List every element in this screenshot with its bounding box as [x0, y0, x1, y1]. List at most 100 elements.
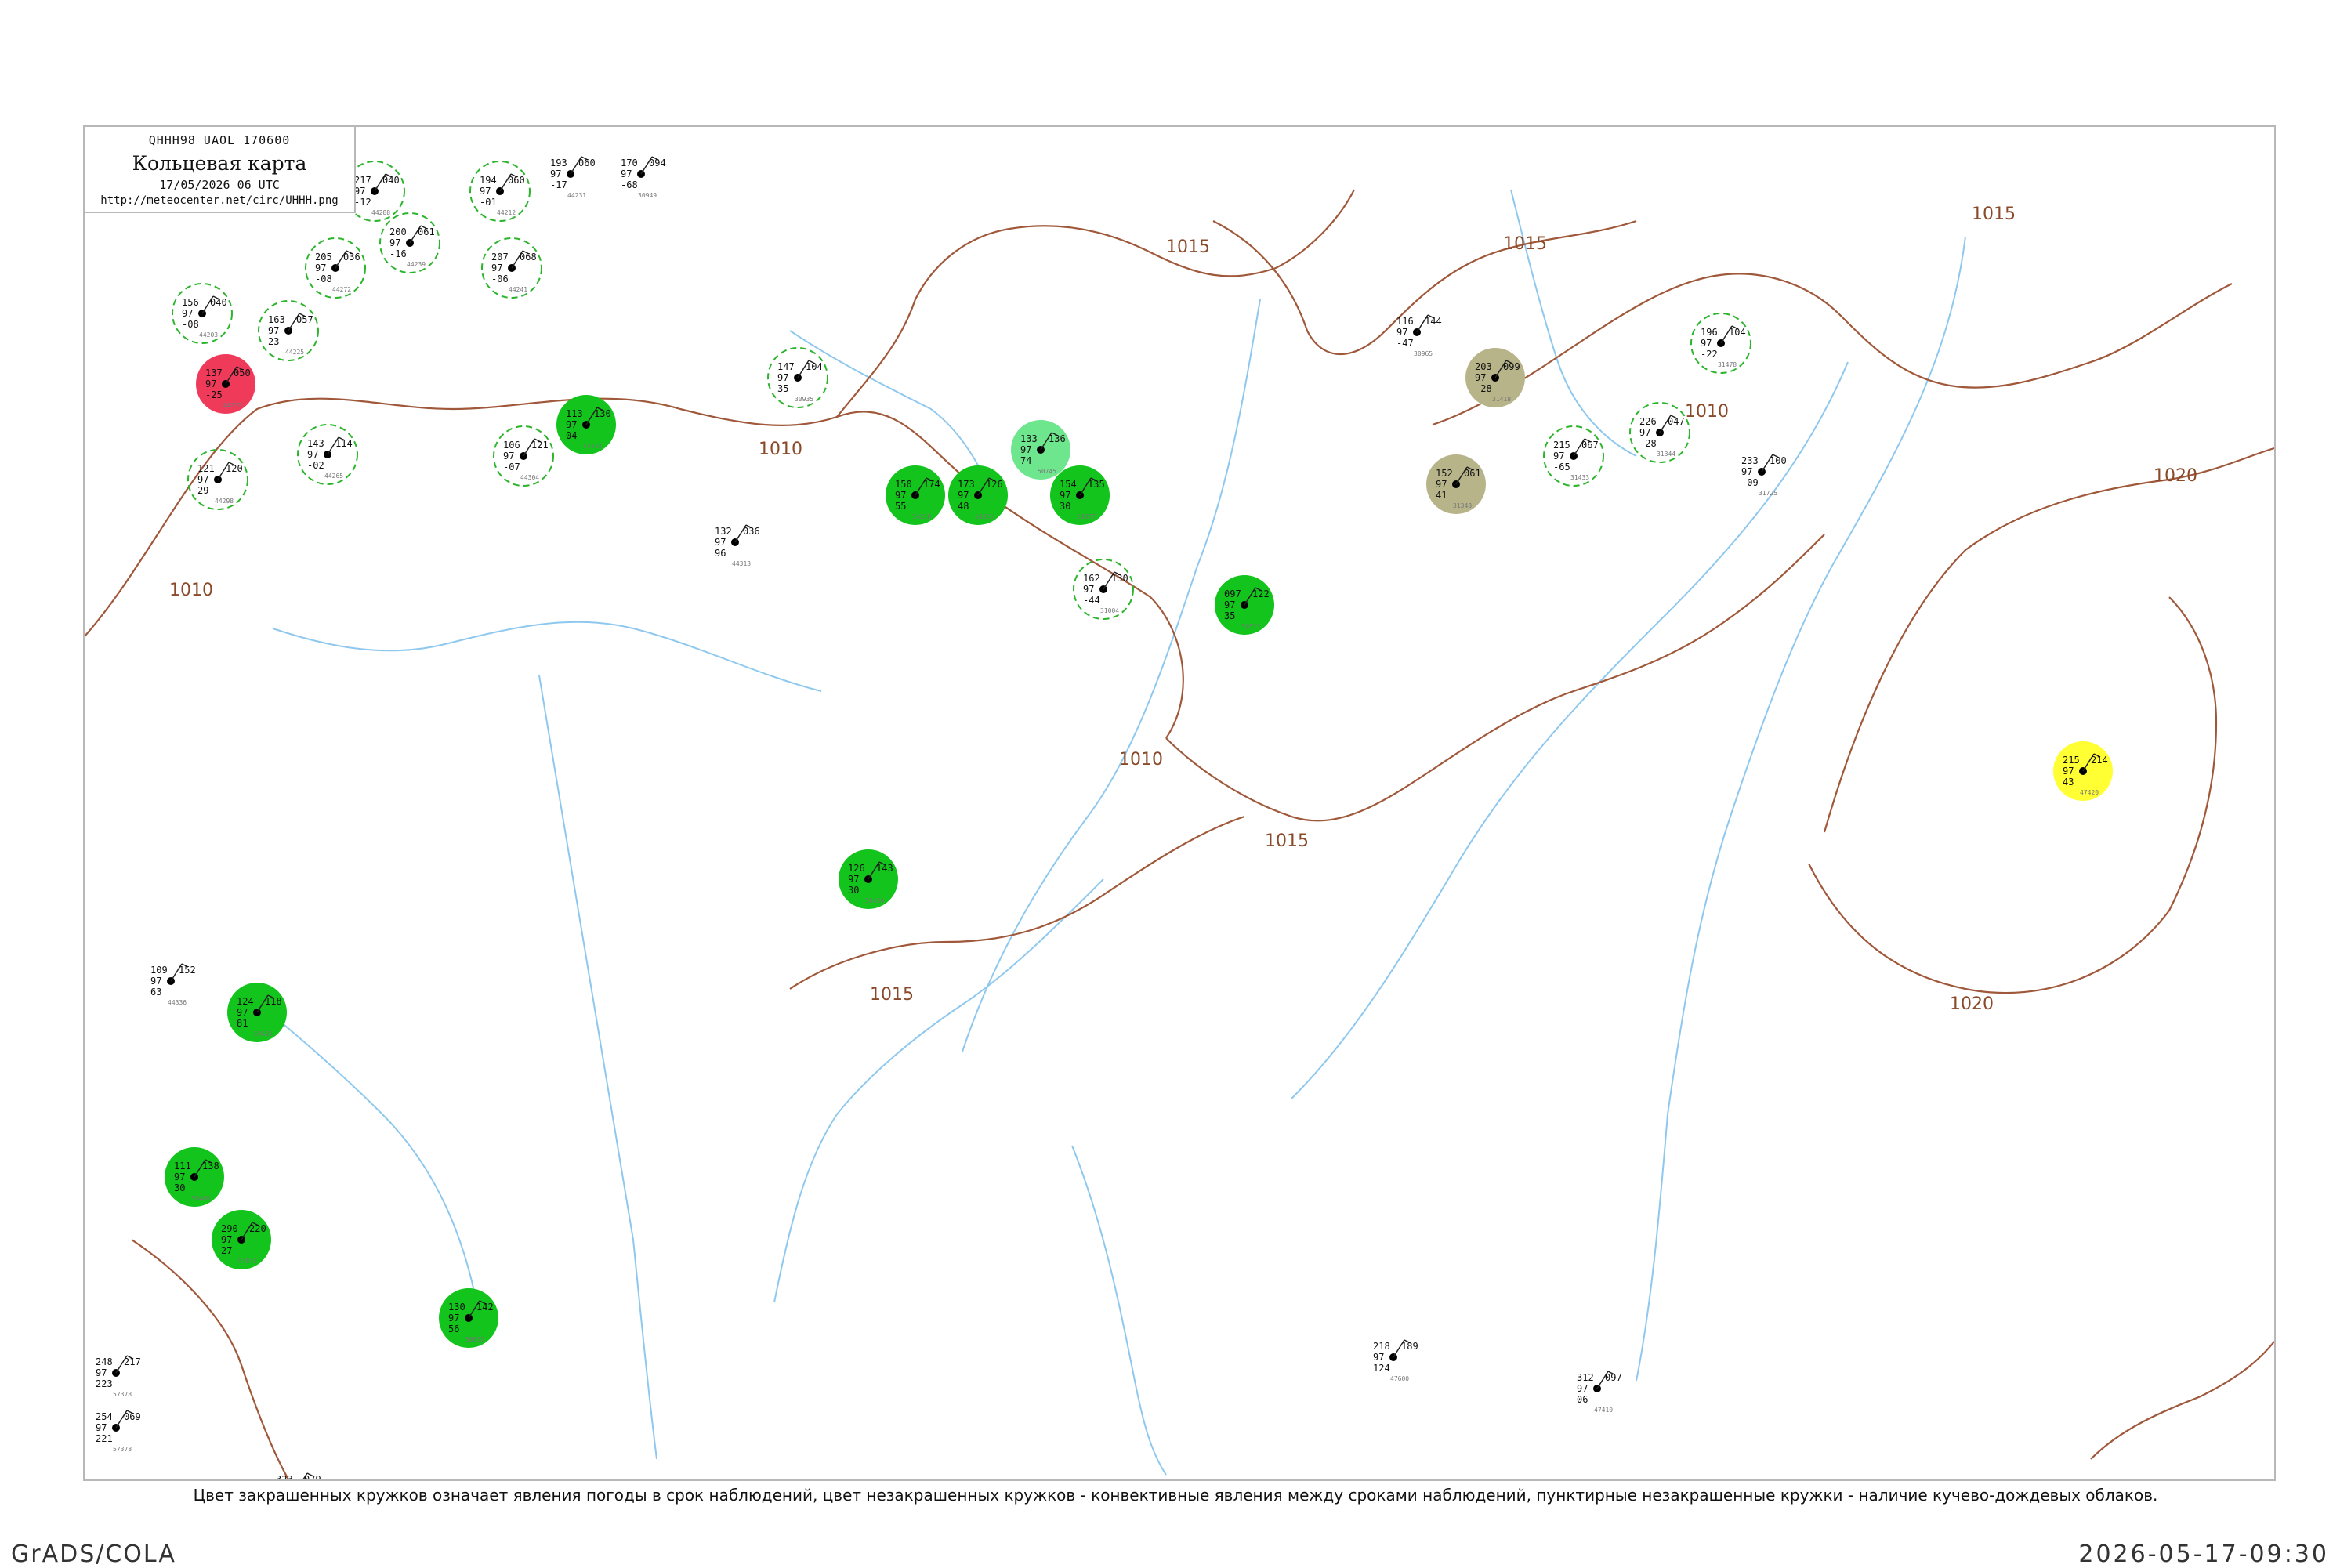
station-value: 48: [958, 501, 969, 512]
isobar-1015-southeast: [2090, 1341, 2274, 1460]
station-tendency: 104: [1729, 327, 1746, 338]
station-index: 44272: [332, 286, 351, 293]
station-tendency: 220: [249, 1223, 266, 1234]
isobar-1010-east: [1432, 273, 2233, 426]
station-pressure: 215: [1553, 440, 1570, 451]
station-index: 44232: [223, 402, 241, 409]
station-index: 57378: [113, 1446, 132, 1453]
station-plot: 233 100 97-0931725: [1741, 454, 1787, 497]
station-plot: 218 189 9712447600: [1373, 1339, 1418, 1382]
station-tendency: 104: [806, 361, 823, 372]
station-value: 41: [1436, 490, 1447, 501]
station-tendency: 130: [594, 408, 611, 419]
station-field: 97: [1396, 327, 1407, 338]
station-value: -65: [1553, 462, 1570, 473]
station-tendency: 121: [531, 440, 549, 451]
station-plot: 170 094 97-6830949: [621, 156, 666, 199]
isobar-label: 1020: [1950, 994, 1994, 1014]
station-pressure: 217: [354, 175, 371, 186]
isobar-1015-north: [1212, 219, 1637, 356]
station-value: 223: [96, 1378, 113, 1389]
map-header-box: QHHH98 UAOL 170600 Кольцевая карта 17/05…: [83, 125, 356, 213]
station-pressure: 173: [958, 479, 975, 490]
station-field: 97: [307, 449, 318, 460]
station-pressure: 143: [307, 438, 324, 449]
station-index: 44231: [567, 192, 586, 199]
station-value: -47: [1396, 338, 1414, 349]
station-tendency: 122: [1252, 588, 1270, 599]
station-pressure: 203: [1475, 361, 1492, 372]
station-pressure: 106: [503, 440, 520, 451]
station-index: 31344: [1657, 451, 1675, 458]
station-value: -28: [1475, 383, 1492, 394]
station-value: 30: [1060, 501, 1070, 512]
isobar-1020-south: [1808, 596, 2218, 994]
station-index: 30935: [795, 396, 813, 403]
station-pressure: 170: [621, 158, 638, 168]
station-plot: 3230799719658914: [276, 1472, 321, 1479]
station-field: 97: [197, 474, 208, 485]
isobar-label: 1015: [1166, 237, 1210, 257]
map-date: 17/05/2026 06 UTC: [159, 178, 280, 192]
station-value: 74: [1020, 455, 1031, 466]
station-index: 44336: [168, 999, 187, 1006]
station-value: 81: [237, 1018, 248, 1029]
map-title: Кольцевая карта: [132, 152, 307, 175]
stations-layer: 217 04097-1244288194 06097-0144212193 06097…: [96, 156, 2113, 1479]
station-value: -07: [503, 462, 520, 473]
station-plot: 137 050 97-2544232: [196, 354, 255, 414]
station-field: 97: [958, 490, 969, 501]
station-tendency: 060: [508, 175, 525, 186]
station-field: 97: [895, 490, 906, 501]
station-value: -28: [1639, 438, 1657, 449]
station-plot: 254 069 9722157378: [96, 1410, 141, 1453]
station-field: 97: [1224, 599, 1235, 610]
station-plot: 154 135 9730 54377: [1050, 465, 1110, 525]
station-index: 54377: [1077, 513, 1096, 520]
station-value: 29: [197, 485, 208, 496]
footer-timestamp: 2026-05-17-09:30: [2078, 1541, 2329, 1568]
station-pressure: 132: [715, 526, 732, 537]
station-index: 50434: [865, 897, 884, 904]
station-pressure: 124: [237, 996, 254, 1007]
station-plot: 106 121 97-0744304: [493, 425, 554, 487]
station-plot: 150 174 9755 54218: [886, 465, 945, 525]
map-url[interactable]: http://meteocenter.net/circ/UHHH.png: [85, 194, 354, 207]
station-tendency: 152: [179, 965, 196, 976]
station-value: 30: [848, 885, 859, 896]
station-plot: 248 217 9722357378: [96, 1355, 141, 1398]
station-tendency: 099: [1503, 361, 1520, 372]
station-plot: 205 036 97-0844272: [305, 237, 366, 299]
isobar-label: 1010: [1685, 402, 1729, 422]
station-index: 44288: [371, 209, 390, 216]
station-tendency: 174: [923, 479, 940, 490]
station-index: 44314: [583, 443, 602, 450]
station-value: 63: [150, 987, 161, 998]
station-index: 54823: [1241, 623, 1260, 630]
station-value: 06: [1577, 1394, 1588, 1405]
station-field: 97: [621, 168, 632, 179]
station-value: 55: [895, 501, 906, 512]
station-index: 30949: [638, 192, 657, 199]
station-index: 44298: [215, 498, 234, 505]
station-tendency: 097: [1605, 1372, 1622, 1383]
isobar-label: 1015: [870, 985, 914, 1005]
station-pressure: 194: [480, 175, 497, 186]
station-field: 97: [1741, 466, 1752, 477]
station-field: 97: [354, 186, 365, 197]
station-field: 97: [1577, 1383, 1588, 1394]
station-index: 30965: [1414, 350, 1433, 357]
station-plot: 113 130 9704 44314: [556, 395, 616, 454]
station-pressure: 215: [2063, 755, 2080, 766]
station-value: -17: [550, 179, 567, 190]
station-tendency: 061: [1464, 468, 1481, 479]
station-plot: 111 138 9730 50468: [165, 1147, 224, 1207]
station-field: 97: [448, 1313, 459, 1324]
station-index: 50468: [191, 1195, 210, 1202]
station-pressure: 200: [389, 226, 407, 237]
station-value: -08: [182, 319, 199, 330]
station-value: -01: [480, 197, 497, 208]
station-tendency: 094: [649, 158, 666, 168]
station-tendency: 142: [476, 1302, 494, 1313]
isobar-1015-center: [1165, 534, 1825, 822]
